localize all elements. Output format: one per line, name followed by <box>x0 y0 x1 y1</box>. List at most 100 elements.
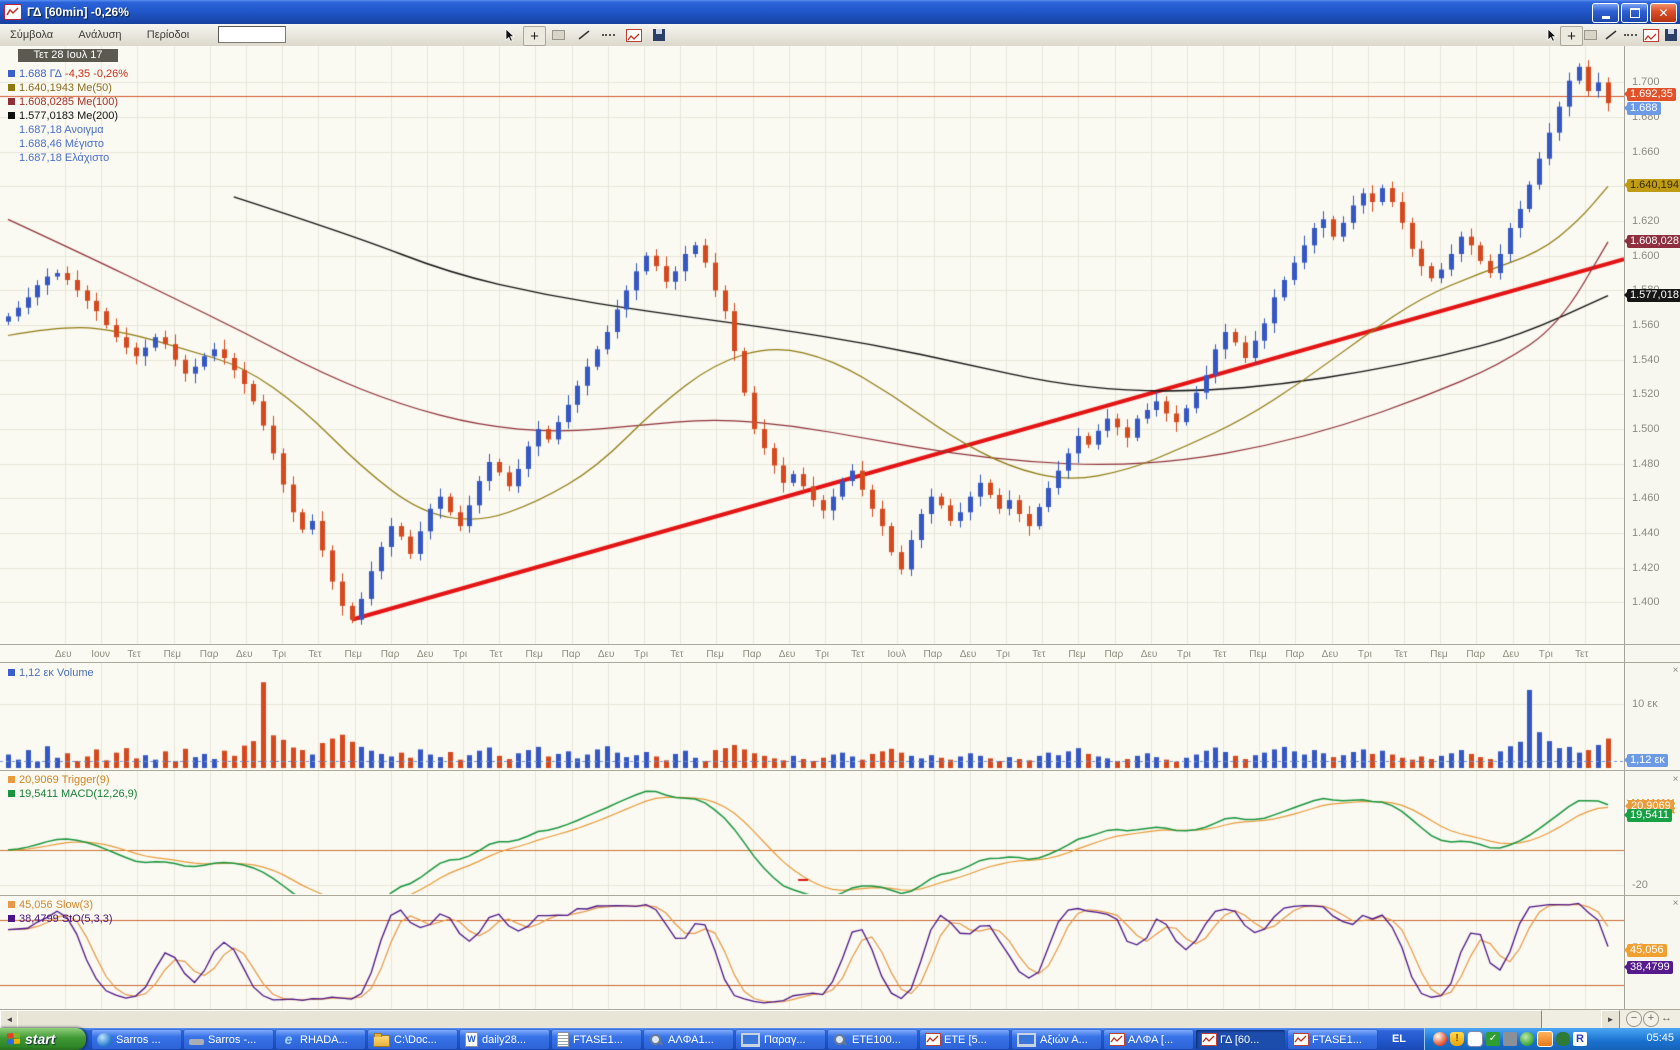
window-titlebar: ΓΔ [60min] -0,26% ✕ <box>0 0 1680 24</box>
price-chart-canvas[interactable] <box>0 46 1624 1010</box>
antivirus-tray-icon[interactable] <box>1520 1032 1534 1046</box>
task-button[interactable]: Sarros ... <box>92 1030 181 1049</box>
task-button[interactable]: FTASE1... <box>1288 1030 1377 1049</box>
task-button[interactable]: Sarros -... <box>184 1030 273 1049</box>
task-button[interactable]: Αξιών Α... <box>1012 1030 1101 1049</box>
trigger-legend-text: 20,9069 Trigger(9) <box>19 774 110 786</box>
security-shield-tray-icon[interactable]: ! <box>1450 1032 1464 1046</box>
horizontal-scrollbar[interactable]: ◄ ► − + ↔ <box>0 1010 1680 1028</box>
task-button-label: ΑΛΦΑ1... <box>668 1034 714 1046</box>
zoom-in-button[interactable]: + <box>1643 1011 1659 1027</box>
menu-item-1[interactable]: Σύμβολα <box>6 28 57 42</box>
legend-swatch <box>8 915 15 922</box>
price-tick-label: 1.400 <box>1632 596 1660 608</box>
fit-width-icon[interactable]: ↔ <box>1661 1012 1672 1024</box>
price-tick-label: 1.600 <box>1632 250 1660 262</box>
ie-icon: e <box>281 1033 296 1047</box>
legend-text: 1.577,0183 Me(200) <box>19 110 118 122</box>
zoom-out-button[interactable]: − <box>1626 1011 1642 1027</box>
time-axis-label: Παρ <box>1466 649 1485 660</box>
slow-badge: 45,056 <box>1627 944 1667 957</box>
time-axis-label: Τρι <box>996 649 1010 660</box>
legend-text: 1.688,46 Μέγιστο <box>19 138 104 150</box>
price-tick-label: 1.440 <box>1632 527 1660 539</box>
time-axis-label: Τετ <box>1394 649 1407 660</box>
task-button[interactable]: ΑΛΦΑ1... <box>644 1030 733 1049</box>
price-tick-label: 1.460 <box>1632 492 1660 504</box>
package-tray-icon[interactable] <box>1537 1031 1553 1047</box>
legend-swatch <box>8 112 15 119</box>
time-axis-label: Τετ <box>1032 649 1045 660</box>
time-axis-label: Δευ <box>236 649 253 660</box>
legend-row: 1.688 ΓΔ -4,35 -0,26% <box>8 67 128 80</box>
scrollbar-thumb[interactable] <box>17 1010 1542 1029</box>
trendline-tool-icon[interactable] <box>1600 26 1621 44</box>
task-button[interactable]: ΑΛΦΑ [... <box>1104 1030 1193 1049</box>
close-button[interactable]: ✕ <box>1650 3 1677 23</box>
task-button[interactable]: FTASE1... <box>552 1030 641 1049</box>
legend-swatch <box>8 669 15 676</box>
language-indicator[interactable]: EL <box>1386 1030 1412 1049</box>
audio-tray-icon[interactable] <box>1503 1032 1517 1046</box>
legend-swatch <box>8 790 15 797</box>
legend-swatch <box>8 70 15 77</box>
dashes-tool-icon[interactable] <box>1620 26 1641 44</box>
task-button[interactable]: ETE100... <box>828 1030 917 1049</box>
crosshair-tool-icon[interactable]: + <box>523 26 546 46</box>
time-axis-label: Τρι <box>272 649 286 660</box>
task-button[interactable]: C:\Doc... <box>368 1030 457 1049</box>
chart-icon <box>1109 1033 1124 1047</box>
save-tool-icon[interactable] <box>1660 26 1680 44</box>
restore-button[interactable] <box>1621 3 1648 23</box>
time-axis-label: Δευ <box>598 649 615 660</box>
task-button[interactable]: ETE [5... <box>920 1030 1009 1049</box>
pointer-tool-icon[interactable] <box>1540 26 1561 44</box>
macd-axis-label: -20 <box>1632 879 1648 891</box>
region-tool-icon[interactable] <box>548 26 569 44</box>
time-axis-label: Παρ <box>924 649 943 660</box>
time-axis-label: Τρι <box>1177 649 1191 660</box>
minimize-icon <box>1602 16 1610 19</box>
trendline-tool-icon[interactable] <box>573 26 594 44</box>
save-tool-icon[interactable] <box>648 26 669 44</box>
region-tool-icon[interactable] <box>1580 26 1601 44</box>
time-axis-label: Πεμ <box>164 649 181 660</box>
dashes-tool-icon[interactable] <box>598 26 619 44</box>
price-tick-label: 1.620 <box>1632 215 1660 227</box>
time-axis-label: Τρι <box>1539 649 1553 660</box>
macd-legend-text: 19,5411 MACD(12,26,9) <box>19 788 137 800</box>
task-button-label: ΑΛΦΑ [... <box>1128 1034 1173 1046</box>
chart-tool-icon[interactable] <box>1640 26 1661 44</box>
minimize-button[interactable] <box>1592 3 1619 23</box>
menu-item-2[interactable]: Ανάλυση <box>74 28 125 42</box>
scroll-right-button[interactable]: ► <box>1601 1010 1620 1029</box>
task-button-label: Sarros ... <box>116 1034 161 1046</box>
pane-close-icon[interactable]: × <box>1671 666 1680 675</box>
chart-tool-icon[interactable] <box>623 26 644 44</box>
task-button[interactable]: Wdaily28... <box>460 1030 549 1049</box>
task-button[interactable]: eRHADA... <box>276 1030 365 1049</box>
status-ball-tray-icon[interactable] <box>1433 1032 1447 1046</box>
pane-close-icon[interactable]: × <box>1671 775 1680 784</box>
r-logo-tray-icon[interactable]: R <box>1573 1032 1587 1046</box>
time-axis-label: Τρι <box>1358 649 1372 660</box>
price-badge: 1.640,194 <box>1627 179 1680 192</box>
task-button-label: ETE [5... <box>944 1034 987 1046</box>
pointer-tool-icon[interactable] <box>498 26 519 44</box>
update-tray-icon[interactable]: ✓ <box>1486 1032 1500 1046</box>
notes-icon <box>557 1032 569 1047</box>
time-axis-label: Τετ <box>127 649 140 660</box>
volume-legend: 1,12 εκ Volume <box>8 666 94 679</box>
viewer-tray-icon[interactable] <box>1556 1032 1570 1046</box>
volume-axis-label: 10 εκ <box>1632 698 1658 710</box>
task-button[interactable]: ΓΔ [60... <box>1196 1030 1285 1049</box>
time-axis-label: Δευ <box>960 649 977 660</box>
messenger-tray-icon[interactable] <box>1467 1031 1483 1047</box>
pane-close-icon[interactable]: × <box>1671 899 1680 908</box>
date-tooltip: Τετ 28 Ιουλ 17 <box>18 49 118 62</box>
symbol-input[interactable] <box>218 26 286 43</box>
start-button[interactable]: start <box>0 1028 86 1050</box>
task-button[interactable]: Παραγ... <box>736 1030 825 1049</box>
menu-item-3[interactable]: Περίοδοι <box>143 28 193 42</box>
time-axis-label: Πεμ <box>1430 649 1447 660</box>
